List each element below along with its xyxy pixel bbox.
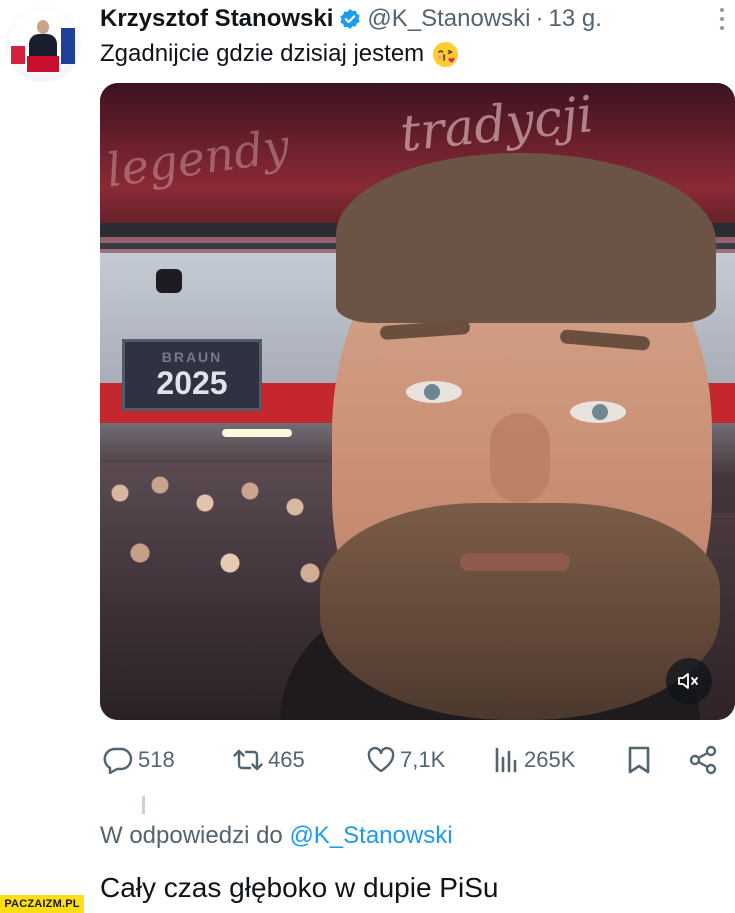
reply-text: Cały czas głęboko w dupie PiSu: [100, 872, 499, 903]
replying-to-mention[interactable]: @K_Stanowski: [289, 822, 452, 849]
retweet-icon: [233, 749, 263, 771]
view-count: 265K: [524, 747, 576, 772]
tweet-timestamp[interactable]: 13 g.: [549, 5, 602, 33]
reply-count: 518: [138, 747, 175, 772]
flag-eu: [61, 28, 75, 64]
views-button[interactable]: 265K: [492, 740, 575, 780]
reply-button[interactable]: 518: [102, 740, 175, 780]
person-right-eye: [570, 401, 626, 423]
mute-toggle-button[interactable]: [666, 658, 712, 704]
heart-icon: [367, 746, 395, 773]
replying-to-label: W odpowiedzi do: [100, 822, 283, 849]
ceiling-light: [222, 429, 292, 437]
author-handle[interactable]: @K_Stanowski: [367, 5, 530, 33]
bookmark-icon: [628, 746, 650, 774]
tweet-text-content: Zgadnijcie gdzie dzisiaj jestem: [100, 40, 425, 67]
speaker-muted-icon: [678, 673, 698, 689]
tweet-text: Zgadnijcie gdzie dzisiaj jestem: [100, 40, 459, 68]
face-throwing-kiss-icon: [433, 41, 459, 67]
campaign-sign: BRAUN 2025: [122, 339, 262, 411]
stage-spotlight: [156, 269, 182, 293]
person-nose: [490, 413, 550, 503]
share-icon: [689, 745, 717, 775]
thread-connector-line: [142, 796, 145, 814]
verified-badge-icon: [340, 9, 361, 29]
replying-to-line: W odpowiedzi do @K_Stanowski: [100, 822, 453, 850]
campaign-sign-name: BRAUN: [161, 348, 223, 365]
campaign-sign-year: 2025: [156, 364, 228, 401]
avatar-podium: [27, 56, 59, 72]
bar-chart-icon: [495, 747, 517, 773]
reply-icon: [103, 747, 133, 774]
person-left-eye: [406, 381, 462, 403]
like-count: 7,1K: [400, 747, 446, 772]
avatar-person-head: [37, 20, 49, 34]
share-button[interactable]: [688, 740, 718, 780]
retweet-button[interactable]: 465: [232, 740, 305, 780]
tweet-video[interactable]: tradycji legendy BRAUN 2025: [100, 83, 735, 720]
author-name[interactable]: Krzysztof Stanowski: [100, 5, 333, 33]
like-button[interactable]: 7,1K: [366, 740, 445, 780]
site-watermark: PACZAIZM.PL: [0, 895, 84, 913]
bookmark-button[interactable]: [626, 740, 652, 780]
flag-poland: [11, 28, 25, 64]
author-avatar[interactable]: [5, 6, 81, 82]
tweet-actions: 518 465 7,1K 265K: [100, 740, 735, 780]
person-hair: [336, 153, 716, 323]
more-options-icon[interactable]: [712, 6, 732, 32]
retweet-count: 465: [268, 747, 305, 772]
tweet-header: Krzysztof Stanowski @K_Stanowski · 13 g.: [100, 4, 602, 34]
person-beard: [320, 503, 720, 720]
person-mouth: [460, 553, 570, 571]
separator-dot: ·: [535, 5, 544, 32]
